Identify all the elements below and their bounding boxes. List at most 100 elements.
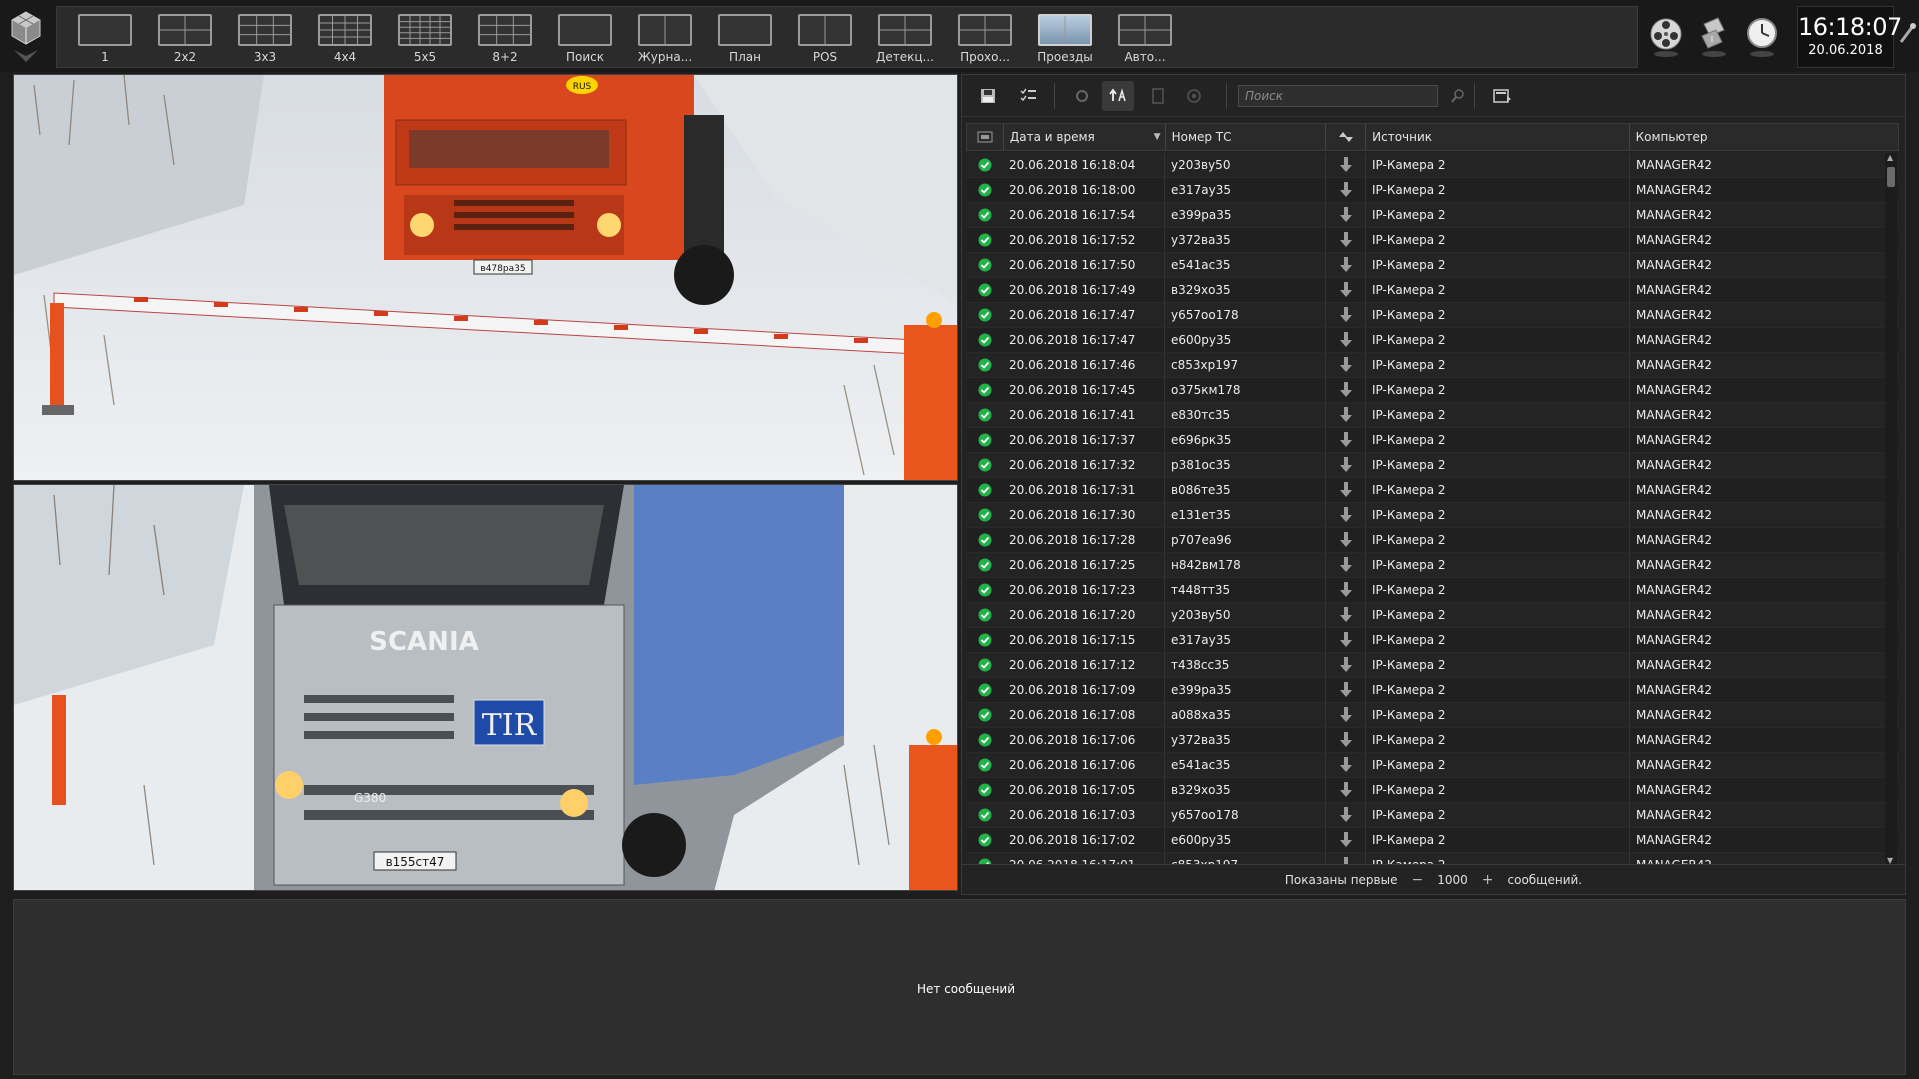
filter-icon[interactable] <box>1178 81 1210 111</box>
select-all-checkbox[interactable] <box>967 124 1004 150</box>
table-row[interactable]: 20.06.2018 16:17:47 у657оо178 IP-Камера 2 M… <box>966 303 1899 328</box>
table-row[interactable]: 20.06.2018 16:17:23 т448тт35 IP-Камера 2 MA… <box>966 578 1899 603</box>
table-row[interactable]: 20.06.2018 16:17:06 у372ва35 IP-Камера 2 MA… <box>966 728 1899 753</box>
table-row[interactable]: 20.06.2018 16:17:02 е600ру35 IP-Камера 2 MA… <box>966 828 1899 853</box>
status-ok-icon <box>966 728 1003 752</box>
layout-button[interactable]: 3x3 <box>225 7 305 67</box>
table-row[interactable]: 20.06.2018 16:17:37 е696рк35 IP-Камера 2 MA… <box>966 428 1899 453</box>
cell-source: IP-Камера 2 <box>1366 503 1630 527</box>
direction-in-icon <box>1326 778 1366 802</box>
column-header-plate-label: Номер ТС <box>1171 130 1232 144</box>
pin-icon[interactable] <box>1898 20 1916 46</box>
table-row[interactable]: 20.06.2018 16:17:06 е541ас35 IP-Камера 2 MA… <box>966 753 1899 778</box>
layout-button[interactable]: Авто... <box>1105 7 1185 67</box>
table-row[interactable]: 20.06.2018 16:17:12 т438сс35 IP-Камера 2 MA… <box>966 653 1899 678</box>
layout-button[interactable]: POS <box>785 7 865 67</box>
table-row[interactable]: 20.06.2018 16:18:04 у203ву50 IP-Камера 2 MA… <box>966 153 1899 178</box>
direction-in-icon <box>1326 428 1366 452</box>
table-row[interactable]: 20.06.2018 16:17:50 е541ас35 IP-Камера 2 MA… <box>966 253 1899 278</box>
clock-time: 16:18:07 <box>1798 13 1902 41</box>
column-header-datetime[interactable]: Дата и время ▼ <box>1004 124 1166 150</box>
table-row[interactable]: 20.06.2018 16:17:31 в086те35 IP-Камера 2 MA… <box>966 478 1899 503</box>
cell-source: IP-Камера 2 <box>1366 578 1630 602</box>
camera-view-1[interactable]: в478ра35 RUS <box>13 74 958 481</box>
layout-button[interactable]: 5x5 <box>385 7 465 67</box>
app-logo-icon[interactable] <box>6 6 46 66</box>
cell-datetime: 20.06.2018 16:17:37 <box>1003 428 1165 452</box>
table-row[interactable]: 20.06.2018 16:17:45 о375км178 IP-Камера 2 M… <box>966 378 1899 403</box>
table-row[interactable]: 20.06.2018 16:17:09 е399ра35 IP-Камера 2 MA… <box>966 678 1899 703</box>
column-header-plate[interactable]: Номер ТС <box>1166 124 1327 150</box>
cell-plate: у657оо178 <box>1165 303 1326 327</box>
layout-button[interactable]: Поиск <box>545 7 625 67</box>
cell-datetime: 20.06.2018 16:17:05 <box>1003 778 1165 802</box>
table-row[interactable]: 20.06.2018 16:17:52 у372ва35 IP-Камера 2 MA… <box>966 228 1899 253</box>
table-row[interactable]: 20.06.2018 16:17:46 с853хр197 IP-Камера 2 M… <box>966 353 1899 378</box>
refresh-icon[interactable] <box>1066 81 1098 111</box>
layout-button[interactable]: Детекц... <box>865 7 945 67</box>
cell-datetime: 20.06.2018 16:17:47 <box>1003 328 1165 352</box>
increase-count-button[interactable]: + <box>1482 872 1494 888</box>
layout-button[interactable]: Проезды <box>1025 7 1105 67</box>
layout-button[interactable]: План <box>705 7 785 67</box>
table-row[interactable]: 20.06.2018 16:18:00 е317ау35 IP-Камера 2 MA… <box>966 178 1899 203</box>
camera-view-2[interactable]: SCANIA TIR G380 в155ст47 <box>13 484 958 891</box>
journal-search-input[interactable] <box>1238 85 1438 107</box>
column-header-source[interactable]: Источник <box>1366 124 1630 150</box>
scroll-up-icon[interactable]: ▲ <box>1887 153 1893 162</box>
layout-button-label: 8+2 <box>492 50 518 64</box>
layout-button-label: Журна... <box>637 50 693 64</box>
pos-layout-icon <box>798 14 852 46</box>
direction-in-icon <box>1326 653 1366 677</box>
autoscroll-icon[interactable] <box>1102 81 1134 111</box>
column-header-computer[interactable]: Компьютер <box>1630 124 1898 150</box>
checklist-icon[interactable] <box>1012 81 1044 111</box>
status-ok-icon <box>966 478 1003 502</box>
table-row[interactable]: 20.06.2018 16:17:30 е131ет35 IP-Камера 2 MA… <box>966 503 1899 528</box>
cell-plate: е317ау35 <box>1165 628 1326 652</box>
layout-button[interactable]: 8+2 <box>465 7 545 67</box>
table-row[interactable]: 20.06.2018 16:17:08 а088ха35 IP-Камера 2 MA… <box>966 703 1899 728</box>
cell-computer: MANAGER42 <box>1636 233 1713 247</box>
layout-button[interactable]: Журна... <box>625 7 705 67</box>
system-icons <box>1645 8 1795 64</box>
table-row[interactable]: 20.06.2018 16:17:41 е830тс35 IP-Камера 2 MA… <box>966 403 1899 428</box>
direction-in-icon <box>1326 603 1366 627</box>
network-icon[interactable] <box>1693 13 1735 59</box>
layout-button-label: 4x4 <box>333 50 357 64</box>
film-reel-icon[interactable] <box>1645 13 1687 59</box>
save-icon[interactable] <box>972 81 1004 111</box>
table-row[interactable]: 20.06.2018 16:17:49 в329хо35 IP-Камера 2 MA… <box>966 278 1899 303</box>
cell-plate: р707еа96 <box>1165 528 1326 552</box>
layout-2x2-icon <box>158 14 212 46</box>
cell-datetime: 20.06.2018 16:17:08 <box>1003 703 1165 727</box>
clock-icon[interactable] <box>1741 13 1783 59</box>
table-row[interactable]: 20.06.2018 16:17:32 р381ос35 IP-Камера 2 MA… <box>966 453 1899 478</box>
table-row[interactable]: 20.06.2018 16:17:15 е317ау35 IP-Камера 2 MA… <box>966 628 1899 653</box>
table-row[interactable]: 20.06.2018 16:17:28 р707еа96 IP-Камера 2 MA… <box>966 528 1899 553</box>
column-header-direction[interactable] <box>1326 124 1367 150</box>
journal-scrollbar[interactable]: ▲ ▼ <box>1885 153 1897 865</box>
table-row[interactable]: 20.06.2018 16:17:05 в329хо35 IP-Камера 2 MA… <box>966 778 1899 803</box>
detection-layout-icon <box>878 14 932 46</box>
cell-source: IP-Камера 2 <box>1366 328 1630 352</box>
search-icon[interactable] <box>1442 81 1474 111</box>
table-row[interactable]: 20.06.2018 16:17:03 у657оо178 IP-Камера 2 M… <box>966 803 1899 828</box>
table-row[interactable]: 20.06.2018 16:17:20 у203ву50 IP-Камера 2 MA… <box>966 603 1899 628</box>
table-row[interactable]: 20.06.2018 16:17:47 е600ру35 IP-Камера 2 MA… <box>966 328 1899 353</box>
scroll-thumb[interactable] <box>1887 167 1895 187</box>
layout-button[interactable]: 4x4 <box>305 7 385 67</box>
table-row[interactable]: 20.06.2018 16:17:54 е399ра35 IP-Камера 2 MA… <box>966 203 1899 228</box>
decrease-count-button[interactable]: − <box>1411 872 1423 888</box>
cell-computer: MANAGER42 <box>1636 433 1713 447</box>
export-icon[interactable] <box>1142 81 1174 111</box>
settings-panel-icon[interactable] <box>1486 81 1518 111</box>
cell-source: IP-Камера 2 <box>1366 203 1630 227</box>
status-ok-icon <box>966 803 1003 827</box>
table-row[interactable]: 20.06.2018 16:17:25 н842вм178 IP-Камера 2 M… <box>966 553 1899 578</box>
cell-computer: MANAGER42 <box>1636 158 1713 172</box>
cell-computer: MANAGER42 <box>1636 258 1713 272</box>
layout-button[interactable]: 1 <box>65 7 145 67</box>
layout-button[interactable]: 2x2 <box>145 7 225 67</box>
layout-button[interactable]: Прохо... <box>945 7 1025 67</box>
